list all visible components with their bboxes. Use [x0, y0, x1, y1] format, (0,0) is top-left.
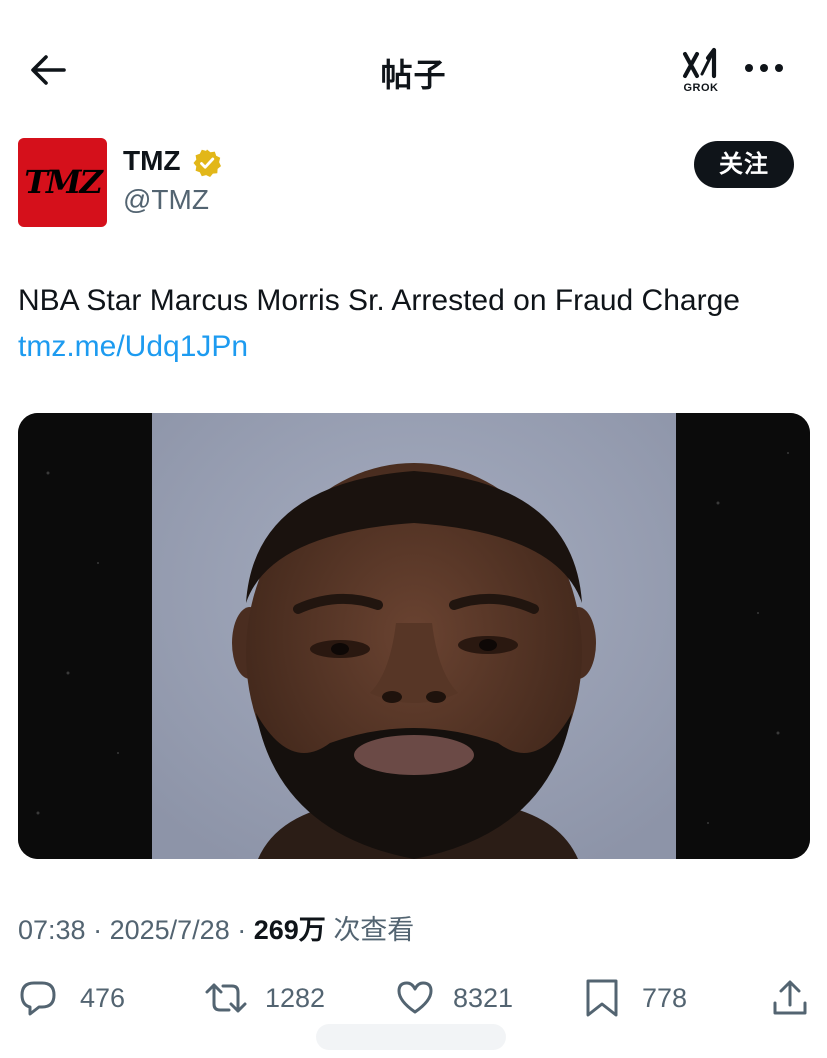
- reply-count: 476: [80, 982, 126, 1013]
- follow-button[interactable]: 关注: [694, 141, 794, 188]
- repost-button[interactable]: 1282: [203, 970, 325, 1026]
- reply-icon: [20, 981, 56, 1016]
- like-count: 8321: [453, 982, 514, 1013]
- share-button[interactable]: [770, 970, 810, 1026]
- post-date: 2025/7/28: [109, 915, 230, 945]
- watermark-overlay: [316, 1024, 506, 1050]
- grok-button[interactable]: GROK: [678, 44, 724, 96]
- verified-badge-icon: [193, 149, 221, 177]
- bookmark-count: 778: [642, 982, 688, 1013]
- avatar[interactable]: TMZ: [18, 138, 107, 227]
- grok-icon: [683, 47, 717, 79]
- top-bar: 帖子 GROK: [0, 0, 827, 130]
- post-body: NBA Star Marcus Morris Sr. Arrested on F…: [18, 284, 740, 317]
- meta-separator: ·: [237, 915, 254, 945]
- heart-icon: [397, 981, 433, 1014]
- view-label: 次查看: [333, 915, 415, 945]
- meta-separator: ·: [93, 915, 110, 945]
- repost-count: 1282: [265, 982, 326, 1013]
- author-name[interactable]: TMZ: [123, 145, 181, 177]
- more-button[interactable]: [742, 58, 786, 78]
- reply-button[interactable]: 476: [18, 970, 125, 1026]
- action-bar: 476 1282 8321 778: [0, 970, 827, 1030]
- bookmark-icon: [586, 979, 618, 1017]
- more-horizontal-icon: [745, 64, 783, 72]
- bookmark-button[interactable]: 778: [584, 970, 687, 1026]
- post-image[interactable]: [18, 413, 810, 859]
- author-handle[interactable]: @TMZ: [123, 184, 209, 216]
- like-button[interactable]: 8321: [395, 970, 513, 1026]
- grok-label: GROK: [683, 82, 719, 94]
- repost-icon: [205, 983, 247, 1013]
- mugshot-photo: [18, 413, 810, 859]
- post-text: NBA Star Marcus Morris Sr. Arrested on F…: [18, 278, 808, 370]
- share-icon: [773, 980, 807, 1015]
- view-count: 269万: [253, 915, 326, 945]
- avatar-logo-text: TMZ: [24, 163, 103, 201]
- post-meta: 07:38 · 2025/7/28 · 269万 次查看: [18, 908, 414, 947]
- post-time: 07:38: [18, 915, 86, 945]
- post-link[interactable]: tmz.me/Udq1JPn: [18, 330, 248, 363]
